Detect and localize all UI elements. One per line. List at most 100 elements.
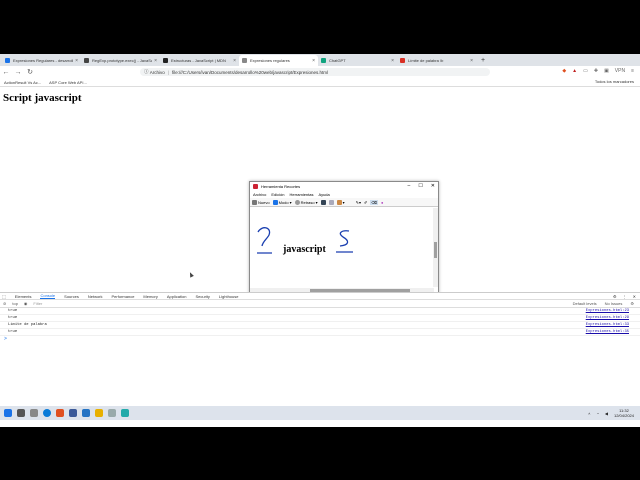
eye-icon[interactable]: ◉: [24, 301, 28, 306]
close-icon[interactable]: ×: [75, 58, 78, 64]
close-icon[interactable]: ×: [470, 58, 473, 64]
pen-icon[interactable]: ✎▾: [356, 200, 361, 205]
inspect-icon[interactable]: ⬚: [2, 294, 6, 299]
copy-icon[interactable]: [328, 199, 334, 205]
tab-expresiones-active[interactable]: Expresiones regulares ×: [239, 55, 318, 66]
send-icon[interactable]: ▾: [336, 199, 345, 205]
save-icon[interactable]: [320, 199, 326, 205]
more-icon[interactable]: ⋮: [623, 294, 627, 299]
address-bar[interactable]: ⓘ Archivo | file:///C:/Users/ivan/Docume…: [140, 68, 490, 76]
snip-canvas[interactable]: javascript: [250, 208, 434, 287]
console-log-row: true Expresiones.html:23: [0, 308, 640, 315]
menu-ayuda[interactable]: Ayuda: [318, 192, 329, 197]
extensions-icon[interactable]: ✚: [594, 68, 598, 74]
menu-edicion[interactable]: Edición: [271, 192, 284, 197]
taskbar-clock[interactable]: 11:32 12/04/2024: [614, 408, 634, 418]
volume-icon[interactable]: ◀: [605, 411, 608, 416]
filter-input[interactable]: Filter: [33, 301, 113, 306]
app-icon[interactable]: [69, 409, 77, 417]
handwriting-drawing: [257, 227, 353, 254]
tab-network[interactable]: Network: [88, 294, 103, 299]
log-source-link[interactable]: Expresiones.html:29: [586, 315, 629, 322]
forward-icon[interactable]: →: [12, 69, 24, 76]
edge-icon[interactable]: [43, 409, 51, 417]
tab-memory[interactable]: Memory: [143, 294, 157, 299]
tab-mdn[interactable]: Estructuras - JavaScript | MDN ×: [160, 55, 239, 66]
file-explorer-icon[interactable]: [95, 409, 103, 417]
chevron-up-icon[interactable]: ˄: [588, 411, 590, 416]
tab-favicon-icon: [321, 58, 326, 63]
close-icon[interactable]: ×: [233, 58, 236, 64]
tab-console[interactable]: Console: [40, 293, 56, 299]
bookmark-item[interactable]: ActionResult Vs Ac...: [4, 80, 41, 85]
context-select[interactable]: top: [12, 301, 18, 306]
all-bookmarks[interactable]: Todos los marcadores: [595, 79, 634, 84]
s-letter-stroke: [336, 230, 353, 253]
snipping-tool-window[interactable]: Herramienta Recortes – ☐ ✕ Archivo Edici…: [249, 181, 439, 294]
snip-title-bar[interactable]: Herramienta Recortes – ☐ ✕: [250, 182, 438, 191]
new-tab-button[interactable]: +: [476, 55, 490, 66]
sidebar-icon[interactable]: ▭: [583, 68, 588, 74]
tab-favicon-icon: [242, 58, 247, 63]
tab-performance[interactable]: Performance: [112, 294, 135, 299]
tab-regexp-exec[interactable]: RegExp.prototype.exec() - JavaScript ×: [81, 55, 160, 66]
maximize-icon[interactable]: ☐: [418, 183, 422, 189]
minimize-icon[interactable]: –: [408, 183, 411, 189]
toolbar-right: ◆ ▲ ▭ ✚ ▣ VPN ≡: [562, 68, 634, 74]
delay-button[interactable]: Retraso ▾: [294, 199, 318, 205]
console-prompt[interactable]: >: [0, 336, 640, 343]
vscode-icon[interactable]: [82, 409, 90, 417]
info-icon[interactable]: ⓘ: [144, 69, 149, 75]
tab-lighthouse[interactable]: Lighthouse: [219, 294, 239, 299]
wifi-icon[interactable]: ◔: [596, 411, 598, 416]
browser-toolbar: ← → ↻ ⓘ Archivo | file:///C:/Users/ivan/…: [0, 66, 640, 78]
console-filter-bar: ⊘ top ◉ Filter Default levels No Issues …: [0, 300, 640, 308]
tab-sources[interactable]: Sources: [64, 294, 79, 299]
app-icon[interactable]: [121, 409, 129, 417]
issues-badge[interactable]: No Issues: [605, 301, 623, 306]
close-icon[interactable]: ✕: [431, 183, 435, 189]
close-icon[interactable]: ×: [312, 58, 315, 64]
snipping-tool-icon[interactable]: [108, 409, 116, 417]
highlighter-icon[interactable]: ✐: [364, 200, 367, 205]
bookmark-item[interactable]: ASP Core Web API...: [49, 80, 87, 85]
back-icon[interactable]: ←: [0, 69, 12, 76]
color-icon[interactable]: ●: [381, 200, 383, 205]
windows-start-icon[interactable]: [4, 409, 12, 417]
close-icon[interactable]: ×: [154, 58, 157, 64]
settings-icon[interactable]: ⚙: [630, 301, 634, 306]
brave-shield-icon[interactable]: ◆: [562, 68, 566, 74]
tab-elements[interactable]: Elements: [15, 294, 32, 299]
close-icon[interactable]: ×: [391, 58, 394, 64]
address-url: file:///C:/Users/ivan/Documents/desarrol…: [171, 69, 329, 75]
tab-security[interactable]: Security: [195, 294, 209, 299]
close-icon[interactable]: ✕: [633, 294, 636, 299]
levels-dropdown[interactable]: Default levels: [573, 301, 597, 306]
wallet-icon[interactable]: ▣: [604, 68, 609, 74]
windows-taskbar: ˄ ◔ ◀ 11:32 12/04/2024: [0, 406, 640, 420]
tab-limite-palabra[interactable]: Límite de palabra \b ×: [397, 55, 476, 66]
clear-console-icon[interactable]: ⊘: [3, 301, 6, 306]
menu-archivo[interactable]: Archivo: [253, 192, 266, 197]
menu-icon[interactable]: ≡: [631, 68, 634, 74]
mode-button[interactable]: Modo ▾: [272, 199, 292, 205]
search-icon[interactable]: [17, 409, 25, 417]
tab-expresiones-regulares[interactable]: Expresiones Regulares - desarrollo ×: [2, 55, 81, 66]
log-source-link[interactable]: Expresiones.html:23: [586, 308, 629, 315]
new-snip-button[interactable]: Nuevo: [252, 199, 270, 205]
eraser-icon[interactable]: ⌫: [370, 199, 379, 205]
task-view-icon[interactable]: [30, 409, 38, 417]
system-tray: ˄ ◔ ◀ 11:32 12/04/2024: [588, 408, 634, 418]
snip-vertical-scrollbar[interactable]: [433, 208, 438, 287]
log-source-link[interactable]: Expresiones.html:35: [586, 329, 629, 336]
brave-icon[interactable]: [56, 409, 64, 417]
menu-herramientas[interactable]: Herramientas: [289, 192, 313, 197]
vpn-icon[interactable]: VPN: [615, 68, 625, 74]
clock-icon: [294, 199, 300, 205]
log-source-link[interactable]: Expresiones.html:33: [586, 322, 629, 329]
settings-icon[interactable]: ⚙: [613, 294, 617, 299]
tab-application[interactable]: Application: [167, 294, 187, 299]
rewards-icon[interactable]: ▲: [572, 68, 577, 74]
tab-chatgpt[interactable]: ChatGPT ×: [318, 55, 397, 66]
reload-icon[interactable]: ↻: [24, 68, 36, 76]
